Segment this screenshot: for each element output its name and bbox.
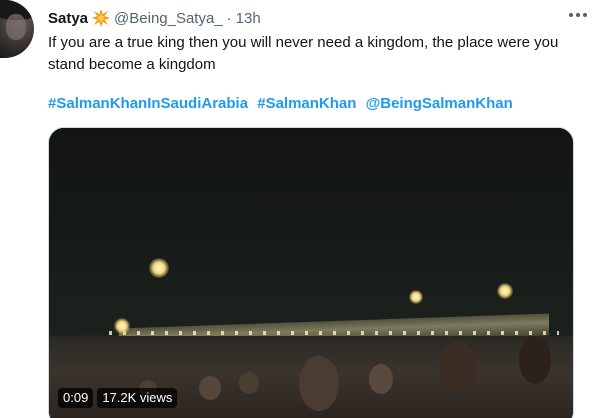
video-lights-row [109,331,559,335]
video-view-count: 17.2K views [97,388,178,408]
tweet-text: If you are a true king then you will nev… [48,34,559,73]
author-handle[interactable]: @Being_Satya_ [114,10,223,27]
hashtag-link[interactable]: #SalmanKhanInSaudiArabia [48,95,248,112]
hashtag-line: #SalmanKhanInSaudiArabia #SalmanKhan @Be… [48,94,518,114]
author-name[interactable]: Satya [48,10,88,27]
collision-emoji-icon [92,9,111,27]
stadium-light [497,283,513,299]
crowd-head [299,356,339,411]
crowd-head [199,376,221,400]
crowd-head [439,341,477,393]
separator-dot: · [226,9,232,27]
crowd-head [369,364,393,394]
tweet[interactable]: Satya @Being_Satya_ · 13h If you are a t… [0,0,600,418]
tweet-header: Satya @Being_Satya_ · 13h [48,7,261,29]
stadium-light [114,318,130,334]
avatar[interactable] [0,0,34,58]
video-player[interactable] [48,127,574,418]
more-dot [576,13,580,17]
crowd-head [239,372,259,394]
more-dot [583,13,587,17]
stadium-light [409,290,423,304]
video-overlay: 0:09 17.2K views [58,388,178,408]
video-duration: 0:09 [58,388,94,408]
more-dot [569,13,573,17]
more-options-icon[interactable] [566,8,590,22]
mention-link[interactable]: @BeingSalmanKhan [366,95,513,112]
hashtag-link[interactable]: #SalmanKhan [257,95,356,112]
avatar-face [6,14,26,40]
stadium-light [149,258,169,278]
tweet-timestamp[interactable]: 13h [236,10,261,27]
crowd-head [519,336,551,384]
